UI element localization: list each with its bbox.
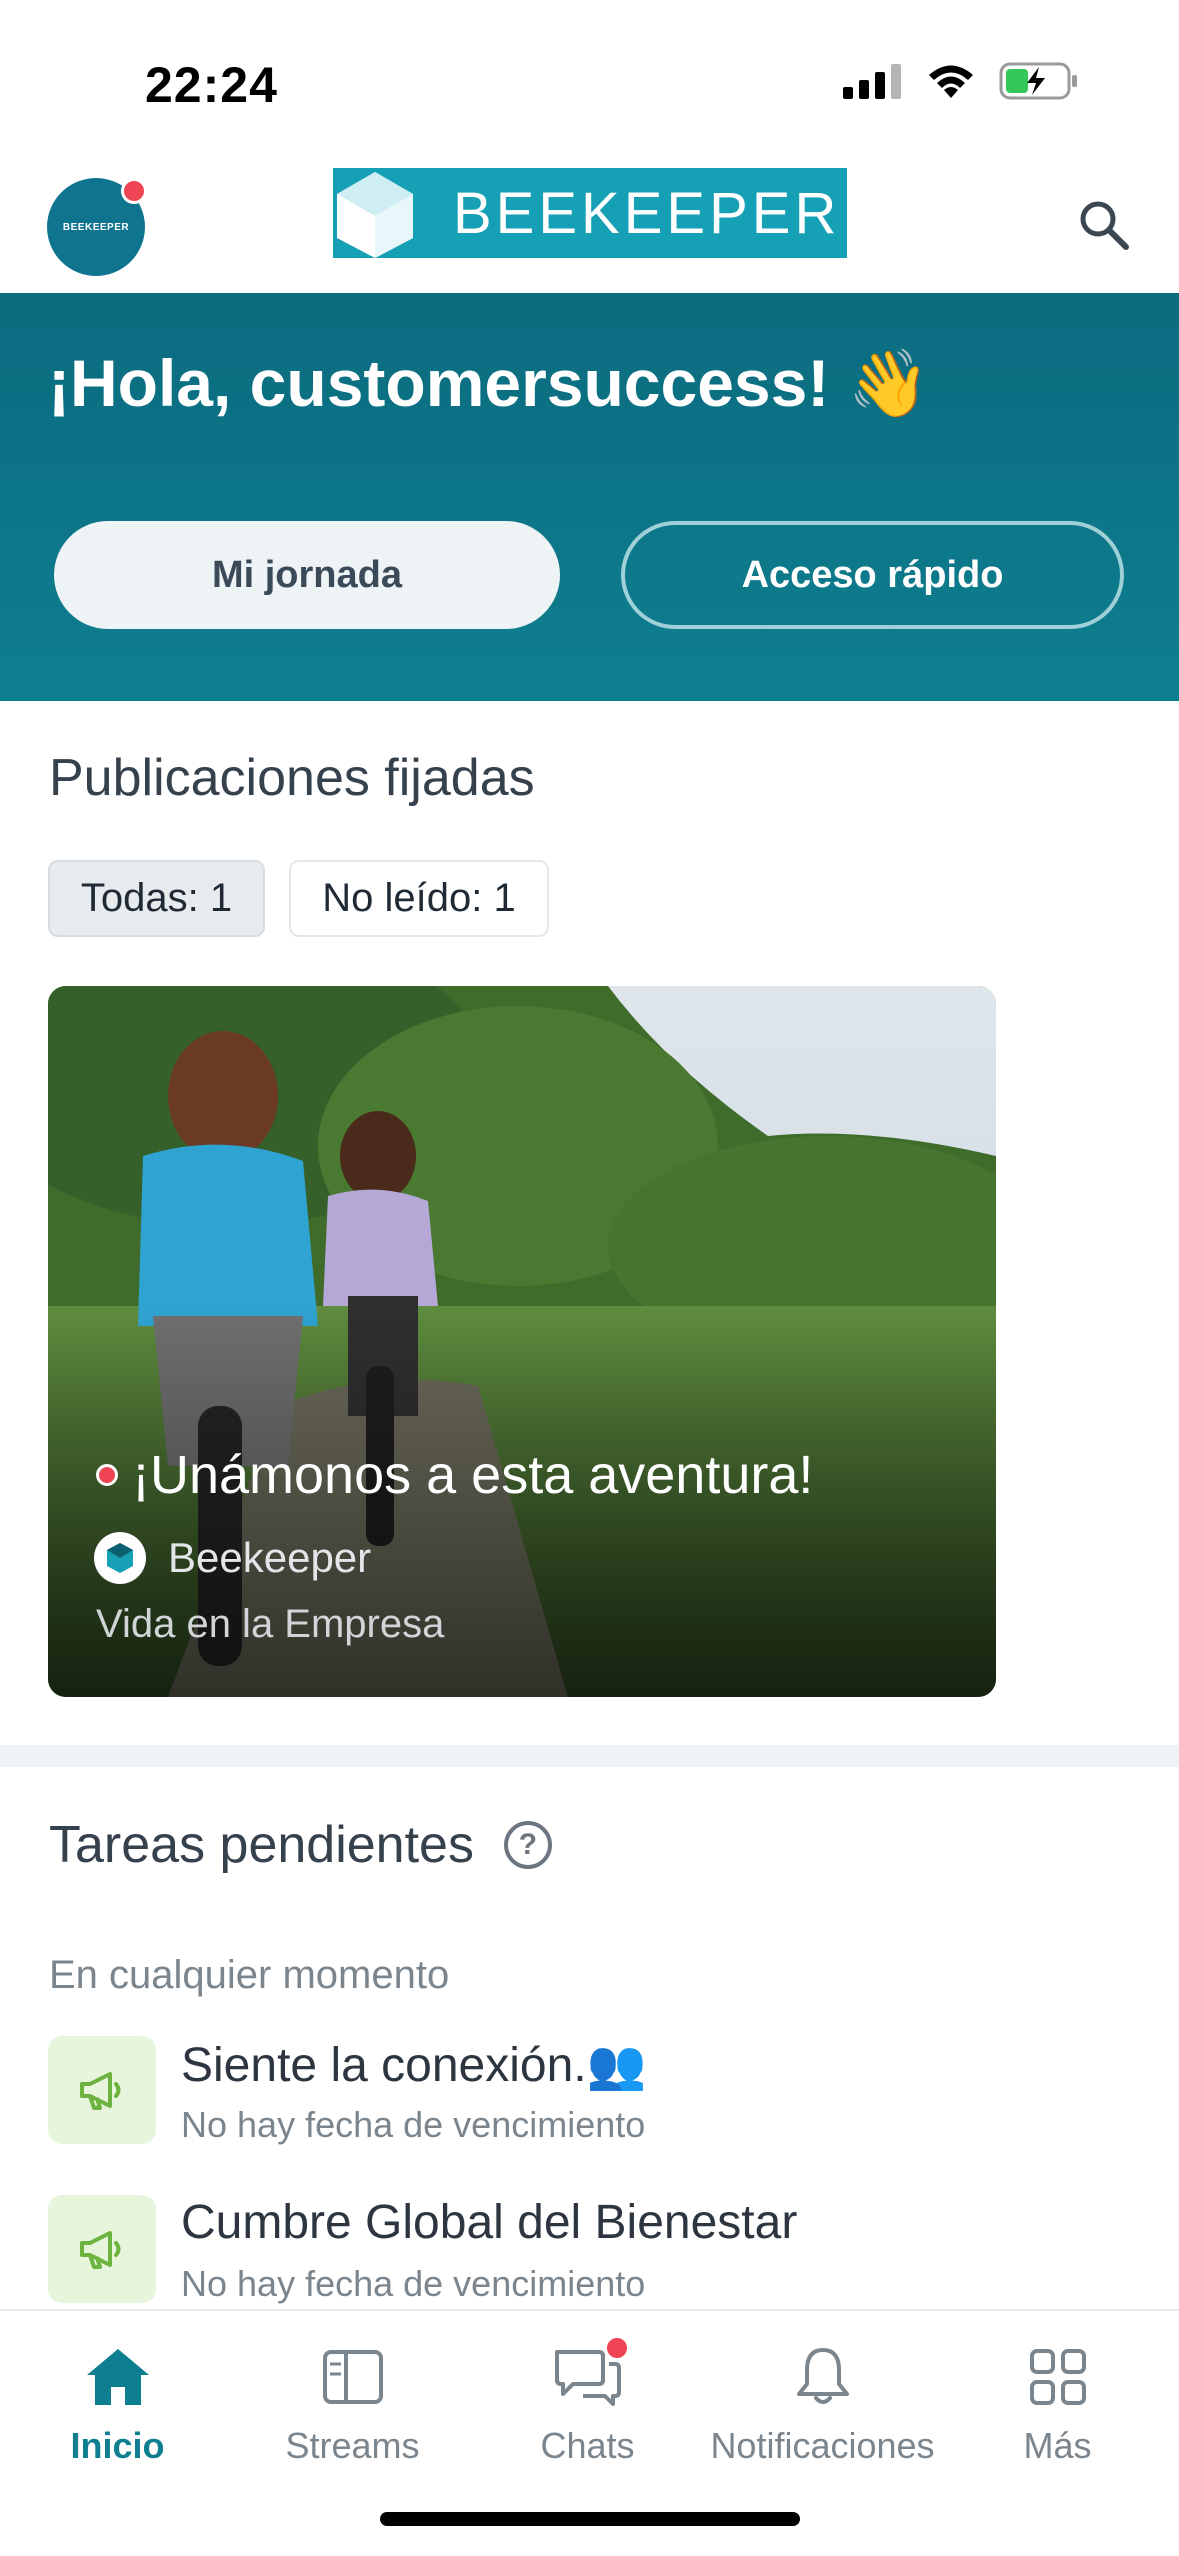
task-title: Siente la conexión.👥: [181, 2039, 647, 2092]
nav-label: Chats: [540, 2425, 635, 2466]
post-title-row: ¡Unámonos a esta aventura!: [96, 1444, 813, 1506]
unread-indicator: [96, 1464, 118, 1486]
help-icon[interactable]: ?: [503, 1821, 552, 1869]
nav-label: Notificaciones: [710, 2425, 935, 2466]
tasks-group-label: En cualquier momento: [49, 1953, 450, 1997]
avatar-notification-dot: [121, 178, 147, 204]
battery-charging-icon: [999, 62, 1077, 100]
section-divider: [0, 1745, 1179, 1767]
hexagon-logo-icon: [333, 168, 419, 258]
nav-item-inicio[interactable]: Inicio: [0, 2341, 235, 2471]
status-bar: 22:24: [0, 0, 1179, 160]
nav-item-notificaciones[interactable]: Notificaciones: [705, 2341, 940, 2471]
nav-item-streams[interactable]: Streams: [235, 2341, 470, 2471]
post-author: Beekeeper: [168, 1534, 372, 1581]
task-due-date: No hay fecha de vencimiento: [181, 2104, 646, 2145]
task-title: Cumbre Global del Bienestar: [181, 2196, 798, 2249]
megaphone-icon: [48, 2036, 156, 2144]
greeting-text: ¡Hola, customersuccess! 👋: [48, 346, 930, 420]
nav-item-chats[interactable]: Chats: [470, 2335, 705, 2471]
status-icons: [843, 62, 1079, 100]
grid-icon: [1022, 2341, 1094, 2413]
task-item[interactable]: Siente la conexión.👥 No hay fecha de ven…: [48, 2036, 1148, 2146]
quick-access-button[interactable]: Acceso rápido: [621, 521, 1124, 629]
author-avatar-icon: [94, 1532, 146, 1584]
home-icon: [82, 2341, 154, 2413]
beekeeper-logo: BEEKEEPER: [333, 168, 847, 258]
tasks-title: Tareas pendientes: [49, 1816, 474, 1874]
wifi-icon: [929, 65, 973, 98]
post-image-overlay: [48, 986, 996, 1697]
chat-icon: [552, 2335, 630, 2413]
post-author-row: Beekeeper: [94, 1532, 371, 1584]
status-time: 22:24: [145, 57, 278, 113]
bell-icon: [787, 2341, 859, 2413]
nav-item-mas[interactable]: Más: [940, 2341, 1175, 2471]
search-button[interactable]: [1069, 190, 1139, 260]
streams-icon: [317, 2341, 389, 2413]
filter-all-chip[interactable]: Todas: 1: [48, 860, 265, 937]
logo-text: BEEKEEPER: [453, 180, 841, 246]
pinned-post-card[interactable]: ¡Unámonos a esta aventura! Beekeeper Vid…: [48, 986, 996, 1697]
task-due-date: No hay fecha de vencimiento: [181, 2263, 646, 2304]
post-stream: Vida en la Empresa: [96, 1602, 445, 1646]
search-icon: [1080, 201, 1129, 250]
avatar-label: BEEKEEPER: [62, 221, 130, 233]
cellular-signal-icon: [843, 64, 901, 99]
nav-label: Streams: [285, 2425, 420, 2466]
my-day-button[interactable]: Mi jornada: [54, 521, 560, 629]
chats-badge: [603, 2335, 630, 2361]
tasks-header: Tareas pendientes ?: [49, 1815, 552, 1875]
app-header: BEEKEEPER BEEKEEPER: [0, 160, 1179, 293]
pinned-posts-title: Publicaciones fijadas: [49, 749, 535, 807]
avatar[interactable]: BEEKEEPER: [47, 178, 147, 276]
filter-unread-chip[interactable]: No leído: 1: [289, 860, 549, 937]
megaphone-icon: [48, 2195, 156, 2303]
nav-label: Más: [1023, 2425, 1092, 2466]
nav-label: Inicio: [70, 2425, 165, 2466]
greeting-banner: ¡Hola, customersuccess! 👋 Mi jornada Acc…: [0, 293, 1179, 701]
task-item[interactable]: Cumbre Global del Bienestar No hay fecha…: [48, 2195, 1148, 2305]
post-title: ¡Unámonos a esta aventura!: [132, 1445, 814, 1505]
home-indicator: [380, 2512, 800, 2526]
